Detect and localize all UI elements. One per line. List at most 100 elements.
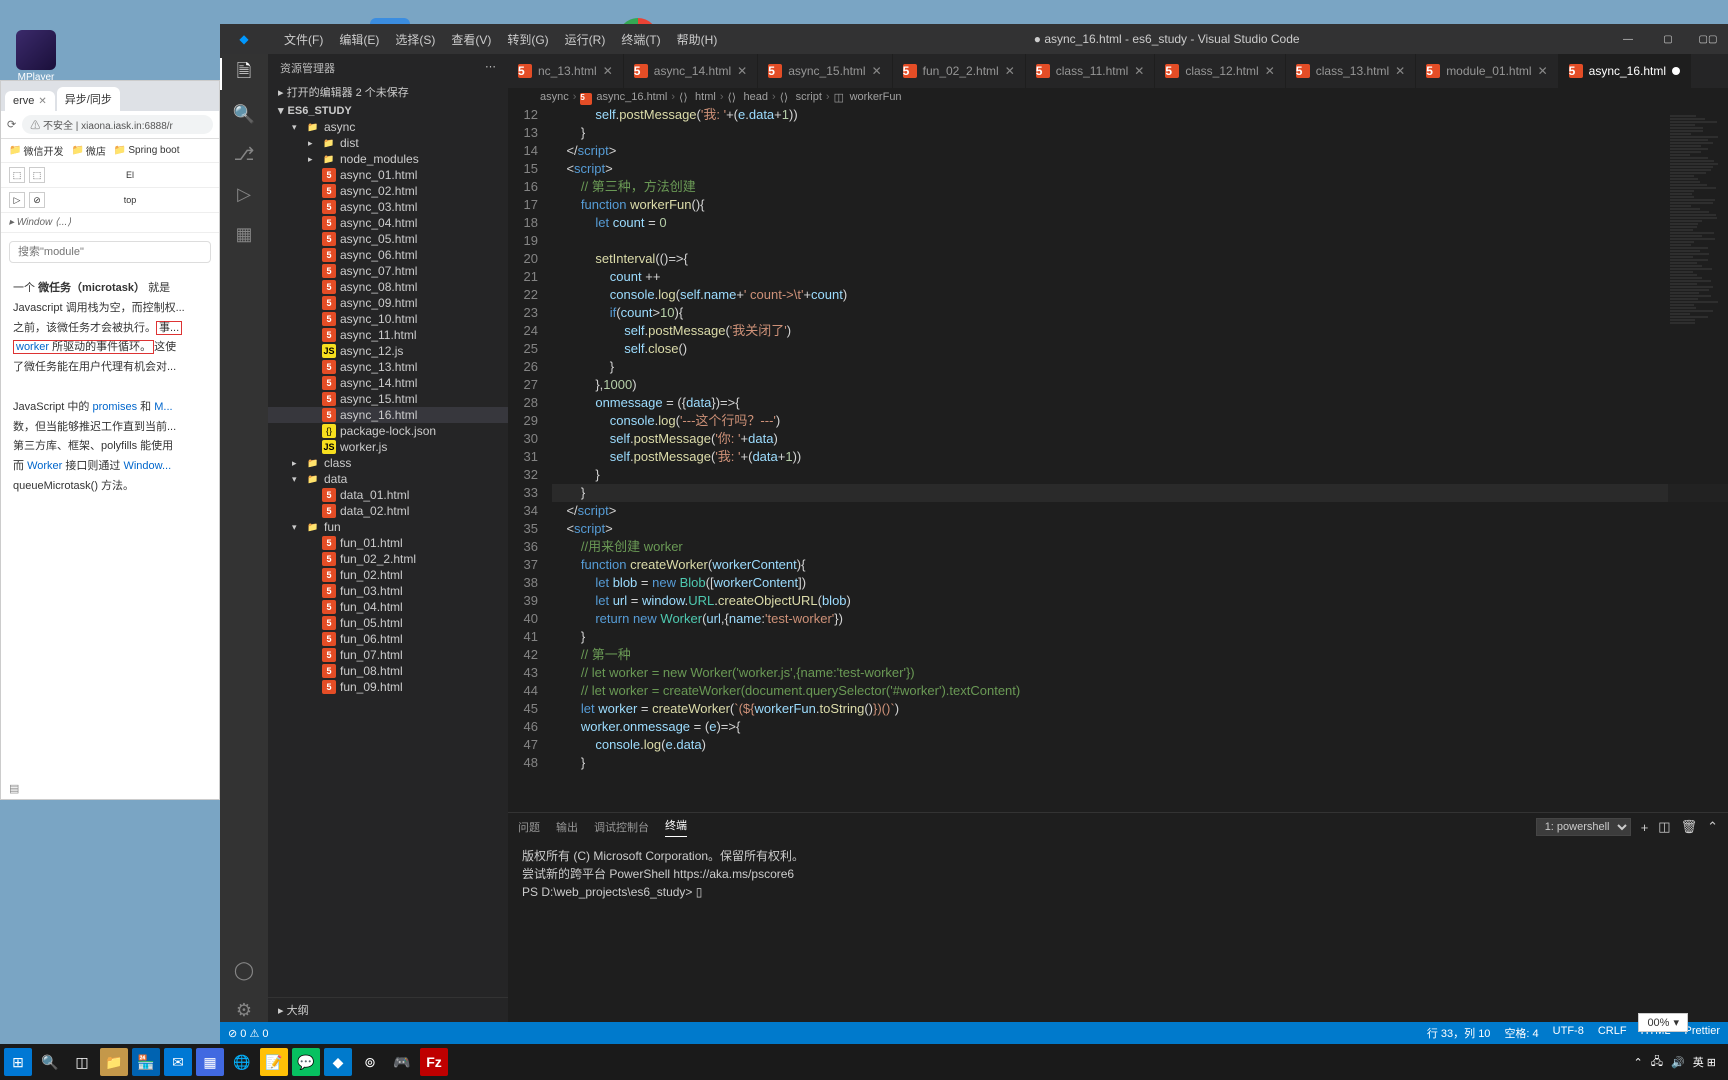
outline-section[interactable]: ▸ 大纲	[268, 997, 508, 1022]
file-tree-item[interactable]: 5async_11.html	[268, 327, 508, 343]
file-tree-item[interactable]: ▾📁async	[268, 119, 508, 135]
file-tree-item[interactable]: ▾📁data	[268, 471, 508, 487]
chevron-up-icon[interactable]: ⌃	[1707, 819, 1718, 835]
url-bar[interactable]: ⚠ 不安全 | xiaona.iask.in:6888/r	[22, 115, 213, 134]
file-tree-item[interactable]: 5async_02.html	[268, 183, 508, 199]
tray-volume-icon[interactable]: 🔊	[1671, 1056, 1685, 1069]
terminal-select[interactable]: 1: powershell	[1536, 818, 1631, 836]
file-tree-item[interactable]: 5data_01.html	[268, 487, 508, 503]
file-tree-item[interactable]: ▸📁node_modules	[268, 151, 508, 167]
file-tree-item[interactable]: 5async_04.html	[268, 215, 508, 231]
open-editors-section[interactable]: ▸ 打开的编辑器 2 个未保存	[268, 82, 508, 102]
taskbar-app[interactable]: 🎮	[388, 1048, 416, 1076]
taskbar-app[interactable]: ⊚	[356, 1048, 384, 1076]
search-icon[interactable]: 🔍	[232, 102, 256, 126]
file-tree-item[interactable]: 5async_16.html	[268, 407, 508, 423]
taskbar-app[interactable]: 📝	[260, 1048, 288, 1076]
editor-tab[interactable]: 5module_01.html✕	[1416, 54, 1558, 88]
file-tree-item[interactable]: 5fun_03.html	[268, 583, 508, 599]
breadcrumb[interactable]: async›5async_16.html›⟨⟩html›⟨⟩head›⟨⟩scr…	[508, 88, 1728, 106]
close-icon[interactable]: ✕	[38, 96, 46, 107]
link[interactable]: promises	[92, 401, 137, 413]
toolbar-button[interactable]: ⬚	[29, 167, 45, 183]
chrome-tab[interactable]: erve✕	[5, 91, 55, 111]
code-editor[interactable]: 1213141516171819202122232425262728293031…	[508, 106, 1728, 812]
file-tree-item[interactable]: 5async_08.html	[268, 279, 508, 295]
settings-icon[interactable]: ⚙	[232, 998, 256, 1022]
debug-icon[interactable]: ▷	[232, 182, 256, 206]
file-tree-item[interactable]: 5fun_05.html	[268, 615, 508, 631]
menu-item[interactable]: 编辑(E)	[331, 27, 387, 52]
code-lines[interactable]: self.postMessage('我: '+(e.data+1)) } </s…	[552, 106, 1728, 812]
file-tree-item[interactable]: JSasync_12.js	[268, 343, 508, 359]
kill-terminal-icon[interactable]: 🗑	[1681, 819, 1698, 835]
link[interactable]: Worker	[27, 460, 62, 472]
menu-item[interactable]: 终端(T)	[613, 27, 668, 52]
file-tree-item[interactable]: 5async_15.html	[268, 391, 508, 407]
tray-network-icon[interactable]: 🖧	[1651, 1053, 1663, 1072]
toolbar-button[interactable]: ⬚	[9, 167, 25, 183]
panel-tab[interactable]: 问题	[518, 819, 540, 835]
editor-tab[interactable]: 5async_15.html✕	[758, 54, 892, 88]
link[interactable]: M...	[154, 401, 172, 413]
file-tree-item[interactable]: 5async_05.html	[268, 231, 508, 247]
search-input[interactable]	[9, 241, 211, 263]
file-tree-item[interactable]: 5fun_06.html	[268, 631, 508, 647]
file-tree-item[interactable]: 5async_07.html	[268, 263, 508, 279]
file-tree-item[interactable]: ▸📁dist	[268, 135, 508, 151]
taskbar-app[interactable]: 📁	[100, 1048, 128, 1076]
menu-item[interactable]: 查看(V)	[443, 27, 499, 52]
devtools-breadcrumb[interactable]: ▸ Window ⟨...⟩	[1, 213, 219, 233]
source-panel-icon[interactable]: ▤	[9, 782, 19, 795]
workspace-section[interactable]: ▾ ES6_STUDY	[268, 102, 508, 119]
bookmark[interactable]: 📁 微店	[71, 143, 105, 158]
system-tray[interactable]: ⌃ 🖧 🔊 英 ⊞	[1634, 1053, 1724, 1072]
status-item[interactable]: UTF-8	[1553, 1025, 1584, 1041]
menu-item[interactable]: 转到(G)	[499, 27, 556, 52]
menu-item[interactable]: 运行(R)	[557, 27, 614, 52]
zoom-indicator[interactable]: 00% ▾	[1638, 1013, 1688, 1032]
file-tree-item[interactable]: ▸📁class	[268, 455, 508, 471]
menu-item[interactable]: 选择(S)	[387, 27, 443, 52]
account-icon[interactable]: ◯	[232, 958, 256, 982]
status-item[interactable]: 空格: 4	[1504, 1025, 1538, 1041]
file-tree-item[interactable]: {}package-lock.json	[268, 423, 508, 439]
taskbar-app[interactable]: ▦	[196, 1048, 224, 1076]
link[interactable]: Window...	[123, 460, 171, 472]
minimap[interactable]	[1668, 114, 1728, 812]
file-tree-item[interactable]: 5fun_01.html	[268, 535, 508, 551]
toolbar-button[interactable]: ⊘	[29, 192, 45, 208]
taskbar-chrome[interactable]: 🌐	[228, 1048, 256, 1076]
taskbar-app[interactable]: 🏪	[132, 1048, 160, 1076]
file-tree-item[interactable]: 5async_06.html	[268, 247, 508, 263]
bookmark[interactable]: 📁 Spring boot	[114, 143, 180, 158]
file-tree-item[interactable]: ▾📁fun	[268, 519, 508, 535]
taskbar-vscode[interactable]: ◆	[324, 1048, 352, 1076]
editor-tab[interactable]: 5class_12.html✕	[1155, 54, 1285, 88]
taskbar-wechat[interactable]: 💬	[292, 1048, 320, 1076]
menu-item[interactable]: 文件(F)	[276, 27, 331, 52]
file-tree-item[interactable]: 5fun_02_2.html	[268, 551, 508, 567]
file-tree-item[interactable]: JSworker.js	[268, 439, 508, 455]
file-tree-item[interactable]: 5async_03.html	[268, 199, 508, 215]
close-button[interactable]: ▢▢	[1688, 24, 1728, 54]
status-errors[interactable]: ⊘ 0 ⚠ 0	[228, 1027, 268, 1040]
status-item[interactable]: Prettier	[1685, 1025, 1720, 1041]
file-tree-item[interactable]: 5async_01.html	[268, 167, 508, 183]
desktop-icon-kmplayer[interactable]: MPlayer	[6, 30, 66, 83]
terminal-output[interactable]: 版权所有 (C) Microsoft Corporation。保留所有权利。尝试…	[508, 841, 1728, 1022]
editor-tab[interactable]: 5class_13.html✕	[1286, 54, 1416, 88]
file-tree-item[interactable]: 5data_02.html	[268, 503, 508, 519]
editor-tab[interactable]: 5class_11.html✕	[1026, 54, 1156, 88]
editor-tab[interactable]: 5async_14.html✕	[624, 54, 758, 88]
file-tree-item[interactable]: 5async_14.html	[268, 375, 508, 391]
toolbar-button[interactable]: ▷	[9, 192, 25, 208]
start-button[interactable]: ⊞	[4, 1048, 32, 1076]
panel-tab[interactable]: 调试控制台	[594, 819, 649, 835]
extensions-icon[interactable]: ▦	[232, 222, 256, 246]
taskbar-search[interactable]: 🔍	[36, 1048, 64, 1076]
link[interactable]: worker	[16, 341, 49, 353]
editor-tab[interactable]: 5nc_13.html✕	[508, 54, 624, 88]
status-item[interactable]: CRLF	[1598, 1025, 1627, 1041]
split-terminal-icon[interactable]: ◫	[1658, 819, 1670, 835]
